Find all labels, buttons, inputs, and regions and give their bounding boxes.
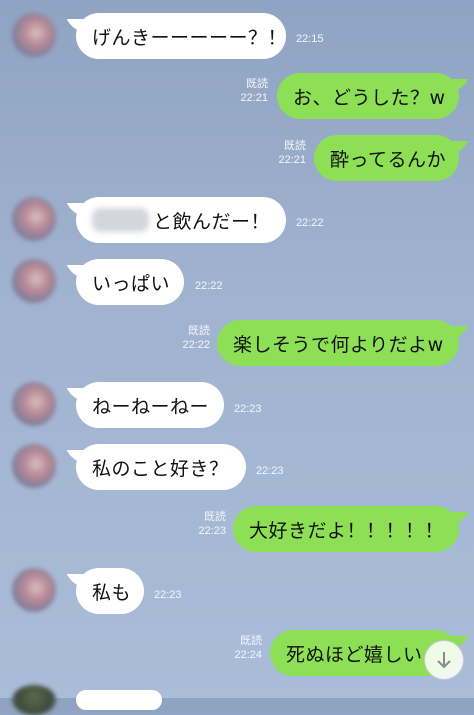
message-meta: 既読 22:21 xyxy=(270,139,306,167)
message-bubble-incoming[interactable]: と飲んだー！ xyxy=(76,197,286,243)
message-bubble-incoming[interactable] xyxy=(76,690,162,710)
avatar[interactable] xyxy=(12,685,56,715)
message-meta: 既読 22:23 xyxy=(190,510,226,538)
read-receipt: 既読 xyxy=(240,635,262,647)
avatar[interactable] xyxy=(12,444,56,488)
message-time: 22:23 xyxy=(198,525,226,537)
message-text: お、どうした？w xyxy=(293,86,446,109)
message-text: げんきーーーーー？！ xyxy=(92,26,288,49)
message-time: 22:21 xyxy=(240,92,268,104)
read-receipt: 既読 xyxy=(284,140,306,152)
message-bubble-outgoing[interactable]: お、どうした？w xyxy=(277,73,459,119)
message-meta: 既読 22:21 xyxy=(232,77,268,105)
message-meta: 既読 22:24 xyxy=(226,634,262,662)
message-text: 私も xyxy=(92,581,132,604)
message-text: と飲んだー！ xyxy=(152,210,270,233)
message-time: 22:22 xyxy=(195,280,223,292)
message-bubble-incoming[interactable]: 私のこと好き？ xyxy=(76,444,246,490)
arrow-down-icon xyxy=(437,652,451,669)
message-time: 22:24 xyxy=(234,649,262,661)
read-receipt: 既読 xyxy=(246,78,268,90)
message-text: 楽しそうで何よりだよw xyxy=(233,333,444,356)
avatar[interactable] xyxy=(12,13,56,57)
message-time: 22:23 xyxy=(234,403,262,415)
message-time: 22:21 xyxy=(278,154,306,166)
scroll-down-button[interactable] xyxy=(424,640,464,680)
message-text: 私のこと好き？ xyxy=(92,457,229,480)
message-bubble-incoming[interactable]: 私も xyxy=(76,568,144,614)
message-text: 酔ってるんか xyxy=(330,148,447,171)
message-bubble-outgoing[interactable]: 楽しそうで何よりだよw xyxy=(217,320,459,366)
message-bubble-incoming[interactable]: いっぱい xyxy=(76,259,184,305)
message-time: 22:22 xyxy=(182,339,210,351)
message-bubble-outgoing[interactable]: 大好きだよ！！！！！ xyxy=(233,506,459,552)
message-text: いっぱい xyxy=(92,272,171,295)
read-receipt: 既読 xyxy=(188,325,210,337)
blurred-name xyxy=(92,208,149,232)
avatar[interactable] xyxy=(12,259,56,303)
message-meta: 既読 22:22 xyxy=(174,324,210,352)
message-time: 22:15 xyxy=(296,33,324,45)
avatar[interactable] xyxy=(12,568,56,612)
message-text: ねーねーねー xyxy=(92,395,210,418)
avatar[interactable] xyxy=(12,197,56,241)
message-bubble-incoming[interactable]: げんきーーーーー？！ xyxy=(76,13,288,59)
message-time: 22:23 xyxy=(154,589,182,601)
read-receipt: 既読 xyxy=(204,511,226,523)
chat-area[interactable]: げんきーーーーー？！ 22:15 既読 22:21 お、どうした？w 既読 22… xyxy=(0,0,474,715)
message-text: 大好きだよ！！！！！ xyxy=(249,519,445,542)
message-bubble-incoming[interactable]: ねーねーねー xyxy=(76,382,224,428)
avatar[interactable] xyxy=(12,382,56,426)
message-bubble-outgoing[interactable]: 酔ってるんか xyxy=(314,135,459,181)
message-text: 死ぬほど嬉しい xyxy=(286,643,423,666)
message-time: 22:22 xyxy=(296,217,324,229)
message-time: 22:23 xyxy=(256,465,284,477)
